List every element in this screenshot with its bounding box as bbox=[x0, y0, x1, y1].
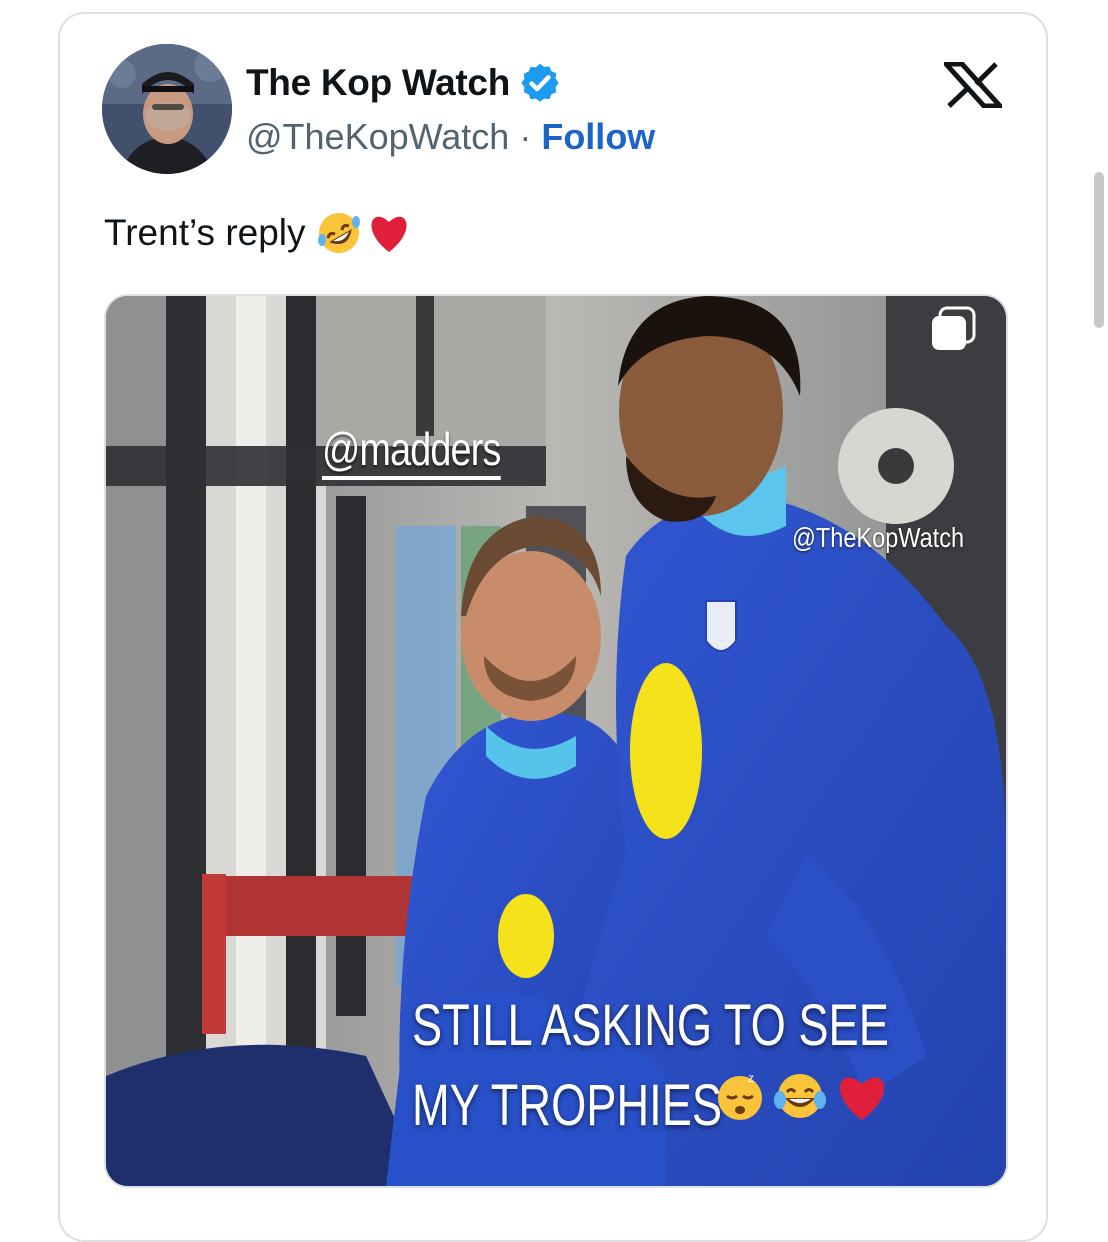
avatar[interactable] bbox=[102, 44, 232, 174]
tweet-text: Trent’s reply bbox=[104, 212, 306, 253]
tweet-text-row: Trent’s reply bbox=[104, 210, 412, 256]
caption-emojis: z bbox=[714, 1070, 890, 1122]
account-name-row: The Kop Watch bbox=[246, 60, 562, 106]
x-logo-icon[interactable] bbox=[944, 62, 1002, 108]
red-heart-emoji-icon bbox=[839, 1077, 885, 1120]
account-handle[interactable]: @TheKopWatch bbox=[246, 116, 509, 157]
meme-caption: STILL ASKING TO SEE MY TROPHIES bbox=[412, 986, 889, 1146]
account-name[interactable]: The Kop Watch bbox=[246, 62, 510, 104]
caption-line-1: STILL ASKING TO SEE bbox=[412, 993, 889, 1058]
red-heart-emoji-icon bbox=[370, 216, 407, 252]
handle-separator: · bbox=[509, 116, 542, 157]
tears-of-joy-emoji-icon bbox=[774, 1074, 826, 1118]
multiple-images-icon bbox=[932, 306, 976, 350]
follow-button[interactable]: Follow bbox=[541, 116, 655, 157]
verified-badge-icon bbox=[521, 63, 559, 102]
scrollbar-thumb[interactable] bbox=[1094, 172, 1104, 328]
tweet-image[interactable]: @madders @TheKopWatch STILL ASKING TO SE… bbox=[104, 294, 1008, 1188]
watermark: @TheKopWatch bbox=[792, 522, 965, 553]
svg-text:z: z bbox=[748, 1071, 754, 1085]
rolling-laughing-emoji-icon bbox=[317, 213, 360, 253]
handle-row: @TheKopWatch · Follow bbox=[246, 116, 655, 158]
sleeping-face-emoji-icon: z bbox=[718, 1071, 762, 1120]
sticker-mention: @madders bbox=[322, 422, 501, 480]
